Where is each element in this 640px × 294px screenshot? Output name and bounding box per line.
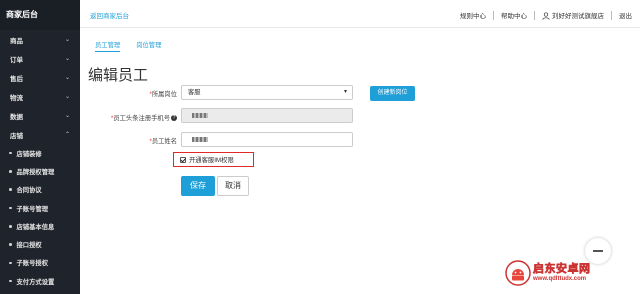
sidebar-item-logistics[interactable]: 物流 ⌄ — [0, 87, 80, 106]
phone-label-text: 员工头条注册手机号 — [113, 115, 170, 122]
help-center-link[interactable]: 帮助中心 — [501, 10, 527, 20]
sidebar-subitem-label: 店铺装修 — [16, 150, 42, 158]
chevron-down-icon: ⌄ — [64, 94, 70, 100]
name-field[interactable] — [181, 132, 353, 147]
chevron-down-icon: ⌄ — [64, 113, 70, 119]
phone-label: *员工头条注册手机号? — [80, 113, 180, 122]
sidebar-subitem-brand-auth[interactable]: 品牌授权管理 — [0, 162, 80, 180]
watermark-brand: 启东安卓网 — [533, 263, 591, 276]
watermark-url: www.qdlttudx.com — [533, 276, 587, 282]
user-icon — [542, 12, 550, 20]
name-label-text: 员工姓名 — [151, 138, 177, 145]
divider — [534, 10, 535, 20]
sidebar-item-label: 物流 — [10, 94, 23, 102]
tab-staff-management[interactable]: 员工管理 — [95, 40, 121, 52]
bullet-icon — [9, 170, 12, 173]
create-position-button[interactable]: 创建新岗位 — [370, 86, 415, 101]
app-brand: 商家后台 — [0, 0, 80, 30]
bullet-icon — [9, 225, 12, 228]
sidebar-item-label: 商品 — [10, 37, 23, 45]
watermark: 启东安卓网 www.qdlttudx.com — [505, 260, 591, 286]
sidebar-subitem-store-decoration[interactable]: 店铺装修 — [0, 144, 80, 162]
bullet-icon — [9, 188, 12, 191]
back-to-dashboard-link[interactable]: 返回商家后台 — [90, 10, 129, 20]
sidebar-subitem-label: 合同协议 — [16, 187, 42, 195]
masked-value — [192, 112, 208, 118]
sidebar-item-products[interactable]: 商品 ⌄ — [0, 30, 80, 49]
user-menu[interactable]: 刘好好测试旗舰店 — [542, 10, 604, 20]
divider — [493, 10, 494, 20]
phone-row: *员工头条注册手机号? — [80, 113, 180, 122]
name-label: *员工姓名 — [80, 136, 180, 145]
bullet-icon — [9, 151, 12, 155]
save-button[interactable]: 保存 — [181, 176, 215, 196]
tab-position-management[interactable]: 岗位管理 — [136, 40, 161, 52]
chevron-up-icon: ⌃ — [64, 132, 70, 138]
chevron-down-icon: ⌄ — [64, 37, 70, 43]
chevron-down-icon: ⌄ — [64, 56, 70, 62]
android-logo-icon — [505, 260, 531, 286]
divider — [611, 10, 612, 20]
position-select[interactable]: 客服 ▾ — [181, 85, 353, 100]
sidebar-item-data[interactable]: 数据 ⌄ — [0, 106, 80, 125]
sidebar-subitem-label: 子账号授权 — [16, 260, 48, 268]
page-title: 编辑员工 — [88, 67, 149, 84]
sidebar-item-after-sales[interactable]: 售后 ⌄ — [0, 68, 80, 87]
bullet-icon — [9, 261, 12, 265]
im-permission-label: 开通客服IM权限 — [189, 157, 234, 164]
caret-down-icon: ▾ — [343, 89, 347, 95]
header-links: 规则中心 帮助中心 刘好好测试旗舰店 退出 — [460, 10, 632, 20]
im-permission-checkbox[interactable] — [180, 156, 186, 163]
bullet-icon — [9, 279, 12, 283]
sidebar-subitem-contracts[interactable]: 合同协议 — [0, 181, 80, 199]
position-select-value: 客服 — [188, 89, 201, 96]
sidebar-item-orders[interactable]: 订单 ⌄ — [0, 49, 80, 68]
sidebar-item-label: 售后 — [10, 75, 23, 83]
tab-bar: 员工管理 岗位管理 — [95, 40, 177, 52]
sidebar-subitem-payment-settings[interactable]: 支付方式设置 — [0, 272, 80, 290]
sidebar-item-store[interactable]: 店铺 ⌃ — [0, 125, 80, 144]
sidebar-subitem-label: 品牌授权管理 — [16, 168, 55, 176]
watermark-text: 启东安卓网 www.qdlttudx.com — [533, 263, 591, 283]
sidebar: 商家后台 商品 ⌄ 订单 ⌄ 售后 ⌄ 物流 ⌄ 数据 ⌄ 店铺 ⌃ 店铺装修 品牌授权管理… — [0, 0, 80, 294]
sidebar-item-label: 订单 — [10, 56, 23, 64]
sidebar-subitem-label: 店铺基本信息 — [16, 223, 55, 231]
top-header: 返回商家后台 规则中心 帮助中心 刘好好测试旗舰店 退出 — [80, 0, 640, 28]
sidebar-item-label: 店铺 — [10, 132, 23, 140]
main-content: 员工管理 岗位管理 编辑员工 *所属岗位 客服 ▾ 创建新岗位 *员工头条注册手机… — [80, 28, 640, 294]
position-label: *所属岗位 — [80, 89, 180, 98]
sidebar-item-label: 数据 — [10, 113, 23, 121]
sidebar-subitem-api-auth[interactable]: 接口授权 — [0, 235, 80, 253]
logout-link[interactable]: 退出 — [619, 10, 632, 20]
im-permission-option[interactable]: 开通客服IM权限 — [173, 152, 254, 167]
sidebar-subitem-subaccounts[interactable]: 子账号管理 — [0, 199, 80, 217]
chevron-down-icon: ⌄ — [64, 75, 70, 81]
masked-value — [192, 136, 208, 142]
sidebar-subitem-subaccount-auth[interactable]: 子账号授权 — [0, 254, 80, 272]
bullet-icon — [9, 243, 12, 246]
position-row: *所属岗位 — [80, 89, 180, 98]
name-row: *员工姓名 — [80, 136, 180, 145]
rules-center-link[interactable]: 规则中心 — [460, 10, 486, 20]
phone-field — [181, 108, 353, 123]
sidebar-subitem-store-info[interactable]: 店铺基本信息 — [0, 217, 80, 235]
cancel-button[interactable]: 取消 — [217, 176, 249, 196]
sidebar-subitem-label: 子账号管理 — [16, 205, 48, 213]
question-circle-icon[interactable]: ? — [171, 115, 177, 122]
bullet-icon — [9, 206, 12, 210]
sidebar-subitem-label: 支付方式设置 — [16, 278, 55, 286]
user-name: 刘好好测试旗舰店 — [552, 13, 604, 20]
sidebar-subitem-label: 接口授权 — [16, 242, 42, 250]
position-label-text: 所属岗位 — [151, 91, 177, 98]
